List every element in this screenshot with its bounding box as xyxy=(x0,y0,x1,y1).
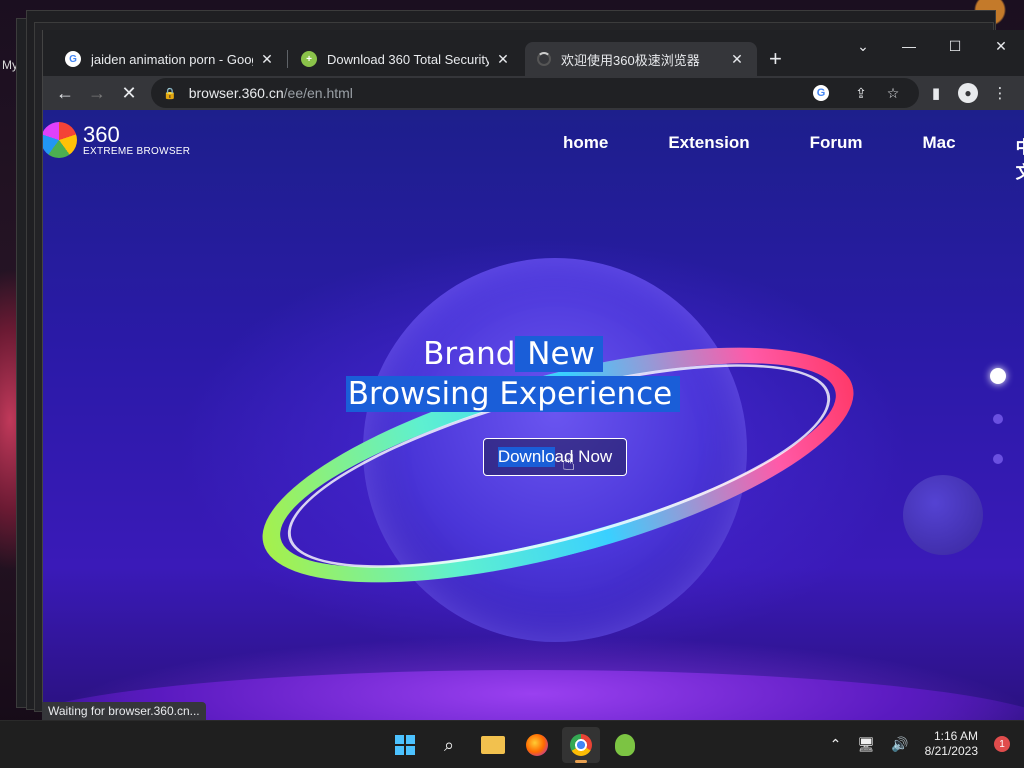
firefox-icon[interactable] xyxy=(518,727,556,763)
search-icon[interactable]: ⌕ xyxy=(430,727,468,763)
maximize-button[interactable]: ☐ xyxy=(932,30,978,62)
tab-title: 欢迎使用360极速浏览器 xyxy=(561,52,700,68)
360-security-icon[interactable] xyxy=(606,727,644,763)
360-security-icon: + xyxy=(301,51,317,67)
google-icon: G xyxy=(65,51,81,67)
tab-google-search[interactable]: G jaiden animation porn - Google ✕ xyxy=(53,42,287,76)
hero-line-1: Brand New xyxy=(423,334,603,374)
loading-spinner-icon xyxy=(537,52,551,66)
site-logo[interactable]: 360 EXTREME BROWSER xyxy=(43,122,190,158)
notification-badge[interactable]: 1 xyxy=(994,736,1010,752)
chevron-up-icon[interactable]: ⌃ xyxy=(830,736,842,753)
tab-title: jaiden animation porn - Google xyxy=(91,51,253,67)
nav-chinese[interactable]: 中文 xyxy=(1016,133,1024,183)
share-icon[interactable]: ⇪ xyxy=(845,85,877,102)
download-now-button[interactable]: Downlo ad Now xyxy=(483,438,627,476)
tab-separator xyxy=(287,50,288,68)
close-tab-icon[interactable]: ✕ xyxy=(729,51,745,68)
google-lens-icon[interactable]: G xyxy=(813,85,845,101)
toolbar-actions: ▮ ● ⋮ xyxy=(920,76,1016,110)
page-viewport: 360 EXTREME BROWSER home Extension Forum… xyxy=(43,110,1024,720)
bookmark-star-icon[interactable]: ☆ xyxy=(877,85,909,102)
hero-line-2: Browsing Experience xyxy=(345,374,681,414)
window-controls: ⌄ — ☐ ✕ xyxy=(840,30,1024,62)
tab-360-browser-active[interactable]: 欢迎使用360极速浏览器 ✕ xyxy=(525,42,757,76)
new-tab-button[interactable]: + xyxy=(769,46,782,72)
browser-window: G jaiden animation porn - Google ✕ + Dow… xyxy=(42,30,1024,720)
logo-number: 360 xyxy=(83,121,120,147)
tab-search-icon[interactable]: ⌄ xyxy=(840,30,886,62)
pager-dot[interactable] xyxy=(993,454,1003,464)
pager-dot[interactable] xyxy=(993,414,1003,424)
tab-title: Download 360 Total Security xyxy=(327,51,489,67)
close-tab-icon[interactable]: ✕ xyxy=(259,51,275,68)
site-navigation: home Extension Forum Mac 中文 xyxy=(563,133,1024,183)
nav-home[interactable]: home xyxy=(563,133,608,183)
system-tray: ⌃ 🖥 🔊 1:16 AM 8/21/2023 1 xyxy=(830,729,1010,759)
lock-icon[interactable]: 🔒 xyxy=(163,87,177,100)
profile-avatar-icon[interactable]: ● xyxy=(958,83,978,103)
clock-date: 8/21/2023 xyxy=(924,744,978,758)
clock[interactable]: 1:16 AM 8/21/2023 xyxy=(925,729,978,759)
hero-headline: Brand New Browsing Experience xyxy=(43,334,1024,414)
side-panel-icon[interactable]: ▮ xyxy=(920,84,952,102)
url-text[interactable]: browser.360.cn/ee/en.html xyxy=(189,85,813,101)
nav-forum[interactable]: Forum xyxy=(810,133,863,183)
close-tab-icon[interactable]: ✕ xyxy=(495,51,511,68)
volume-icon[interactable]: 🔊 xyxy=(891,736,908,753)
small-planet-illustration xyxy=(903,475,983,555)
address-bar[interactable]: 🔒 browser.360.cn/ee/en.html G ⇪ ☆ xyxy=(151,78,919,108)
hand-cursor-icon: ☝ xyxy=(562,450,576,475)
logo-subtitle: EXTREME BROWSER xyxy=(83,145,191,157)
forward-button[interactable]: → xyxy=(81,77,113,109)
browser-toolbar: ← → ✕ 🔒 browser.360.cn/ee/en.html G ⇪ ☆ … xyxy=(43,76,1024,110)
clock-time: 1:16 AM xyxy=(933,729,978,743)
taskbar: ⌕ ⌃ 🖥 🔊 1:16 AM 8/21/2023 1 xyxy=(0,720,1024,768)
menu-kebab-icon[interactable]: ⋮ xyxy=(984,84,1016,102)
stop-loading-button[interactable]: ✕ xyxy=(113,77,145,109)
chrome-icon[interactable] xyxy=(562,727,600,763)
status-bubble: Waiting for browser.360.cn... xyxy=(42,702,206,722)
windows-start-icon[interactable] xyxy=(386,727,424,763)
network-icon[interactable]: 🖥 xyxy=(857,736,875,753)
close-window-button[interactable]: ✕ xyxy=(978,30,1024,62)
nav-extension[interactable]: Extension xyxy=(668,133,749,183)
back-button[interactable]: ← xyxy=(49,77,81,109)
nav-mac[interactable]: Mac xyxy=(922,133,955,183)
file-explorer-icon[interactable] xyxy=(474,727,512,763)
minimize-button[interactable]: — xyxy=(886,30,932,62)
360-logo-icon xyxy=(43,122,77,158)
tab-360-security[interactable]: + Download 360 Total Security ✕ xyxy=(289,42,523,76)
tab-strip: G jaiden animation porn - Google ✕ + Dow… xyxy=(43,30,1024,76)
